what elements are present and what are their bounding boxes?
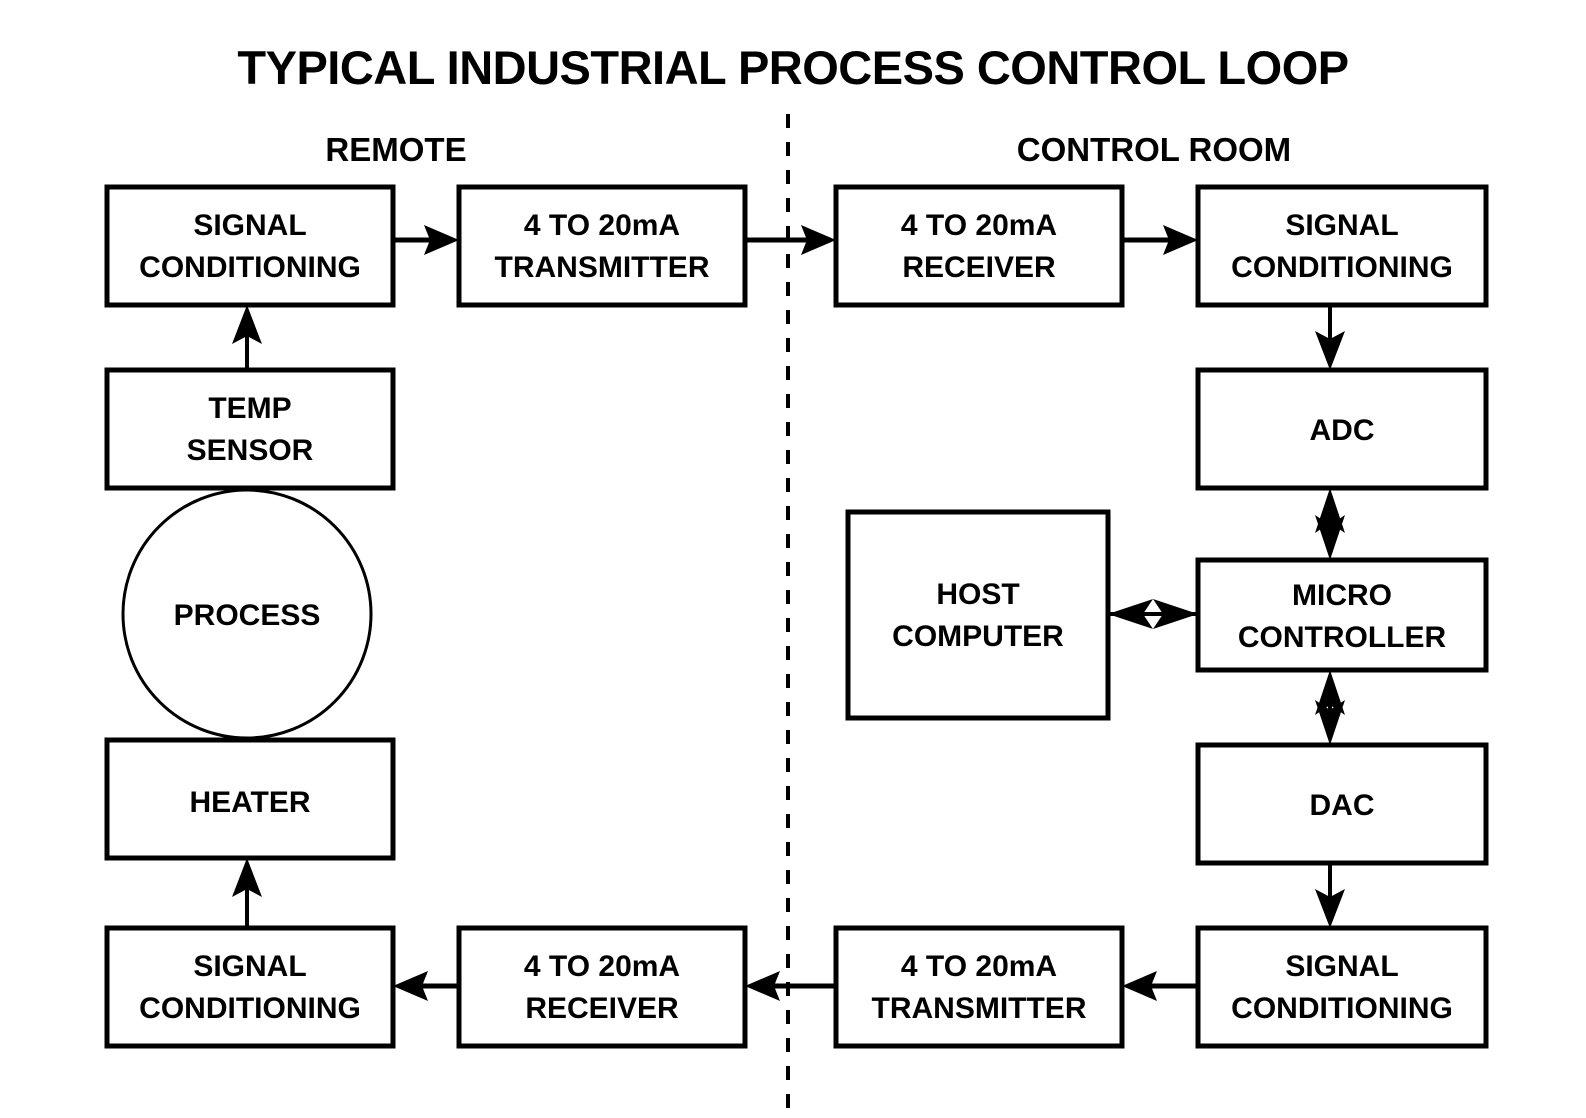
block-label-line1: MICRO <box>1292 579 1392 612</box>
block-label-line2: CONDITIONING <box>139 992 361 1025</box>
block-label-line2: RECEIVER <box>525 992 679 1025</box>
block-adc[interactable]: ADC <box>1195 367 1489 491</box>
block-label-line2: TRANSMITTER <box>872 992 1087 1025</box>
block-label-line2: RECEIVER <box>902 251 1056 284</box>
block-label-line1: 4 TO 20mA <box>901 209 1057 242</box>
block-label-line2: CONDITIONING <box>139 251 361 284</box>
block-label-line1: 4 TO 20mA <box>524 209 680 242</box>
block-control-transmitter[interactable]: 4 TO 20mA TRANSMITTER <box>833 925 1125 1049</box>
block-control-receiver[interactable]: 4 TO 20mA RECEIVER <box>833 184 1125 308</box>
arrow-sc-to-transmitter-icon <box>393 225 459 255</box>
block-micro-controller[interactable]: MICRO CONTROLLER <box>1195 557 1489 673</box>
block-label-line2: SENSOR <box>187 434 314 467</box>
arrow-sensor-to-sc-icon <box>232 305 262 370</box>
block-dac[interactable]: DAC <box>1195 742 1489 866</box>
block-label-line1: SIGNAL <box>193 950 306 983</box>
section-label-control-room: CONTROL ROOM <box>1017 131 1291 168</box>
block-remote-transmitter[interactable]: 4 TO 20mA TRANSMITTER <box>456 184 748 308</box>
block-host-computer[interactable]: HOST COMPUTER <box>845 509 1111 721</box>
block-temp-sensor[interactable]: TEMP SENSOR <box>104 367 396 491</box>
arrow-receiver-to-sc-icon <box>393 971 459 1001</box>
block-label-line1: HOST <box>936 578 1019 611</box>
arrow-receiver-to-control-sc-icon <box>1122 225 1198 255</box>
block-label-line1: ADC <box>1310 414 1375 447</box>
block-label-line1: PROCESS <box>174 599 321 632</box>
block-control-signal-conditioning-out[interactable]: SIGNAL CONDITIONING <box>1195 925 1489 1049</box>
block-label-line2: CONDITIONING <box>1231 992 1453 1025</box>
block-label-line1: 4 TO 20mA <box>524 950 680 983</box>
process-control-loop-diagram: TYPICAL INDUSTRIAL PROCESS CONTROL LOOP … <box>0 0 1586 1118</box>
page-title: TYPICAL INDUSTRIAL PROCESS CONTROL LOOP <box>237 41 1348 94</box>
block-label-line1: TEMP <box>208 392 291 425</box>
block-label-line1: SIGNAL <box>1285 209 1398 242</box>
arrow-control-sc-to-transmitter-icon <box>1122 971 1198 1001</box>
block-remote-receiver[interactable]: 4 TO 20mA RECEIVER <box>456 925 748 1049</box>
block-label-line1: SIGNAL <box>193 209 306 242</box>
arrow-transmitter-to-receiver-icon <box>745 225 836 255</box>
block-label-line2: CONDITIONING <box>1231 251 1453 284</box>
block-label-line1: 4 TO 20mA <box>901 950 1057 983</box>
block-label-line1: HEATER <box>189 786 310 819</box>
section-label-remote: REMOTE <box>325 131 466 168</box>
block-control-signal-conditioning-in[interactable]: SIGNAL CONDITIONING <box>1195 184 1489 308</box>
block-label-line2: CONTROLLER <box>1238 621 1447 654</box>
block-label-line2: COMPUTER <box>892 620 1064 653</box>
arrow-microcontroller-dac-bidirectional-icon <box>1315 670 1345 745</box>
block-remote-signal-conditioning-out[interactable]: SIGNAL CONDITIONING <box>104 925 396 1049</box>
arrow-dac-to-sc-icon <box>1315 863 1345 928</box>
arrow-host-microcontroller-bidirectional-icon <box>1108 599 1198 629</box>
arrow-adc-microcontroller-bidirectional-icon <box>1315 488 1345 560</box>
block-remote-signal-conditioning-in[interactable]: SIGNAL CONDITIONING <box>104 184 396 308</box>
block-heater[interactable]: HEATER <box>104 737 396 861</box>
block-label-line2: TRANSMITTER <box>495 251 710 284</box>
block-process[interactable]: PROCESS <box>121 488 373 740</box>
arrow-sc-to-heater-icon <box>232 858 262 928</box>
arrow-control-sc-to-adc-icon <box>1315 305 1345 370</box>
arrow-control-transmitter-to-remote-receiver-icon <box>745 971 836 1001</box>
block-label-line1: DAC <box>1310 789 1375 822</box>
block-label-line1: SIGNAL <box>1285 950 1398 983</box>
